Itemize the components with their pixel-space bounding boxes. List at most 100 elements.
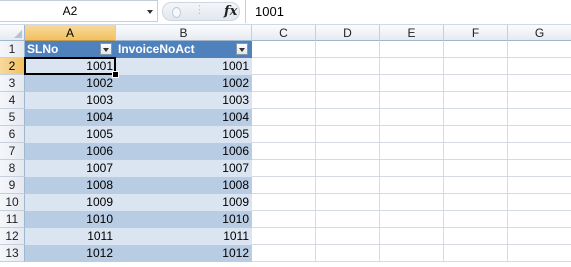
cell-f3[interactable] [444, 75, 508, 92]
table-header-slno[interactable]: SLNo [25, 41, 116, 58]
row-header-6[interactable]: 6 [0, 126, 25, 143]
cell-f5[interactable] [444, 109, 508, 126]
cell-c2[interactable] [252, 58, 316, 75]
cell-g7[interactable] [508, 143, 571, 160]
cell-f2[interactable] [444, 58, 508, 75]
cell-d9[interactable] [316, 177, 380, 194]
cell-c11[interactable] [252, 211, 316, 228]
name-box[interactable]: A2 [0, 0, 158, 22]
cell-b11[interactable]: 1010 [116, 211, 252, 228]
cell-c3[interactable] [252, 75, 316, 92]
cell-a3[interactable]: 1002 [25, 75, 116, 92]
cell-c4[interactable] [252, 92, 316, 109]
cell-g5[interactable] [508, 109, 571, 126]
cell-a11[interactable]: 1010 [25, 211, 116, 228]
cell-a8[interactable]: 1007 [25, 160, 116, 177]
chevron-down-icon[interactable] [147, 10, 153, 14]
cell-a12[interactable]: 1011 [25, 228, 116, 245]
name-box-value[interactable]: A2 [0, 4, 140, 18]
cell-b6[interactable]: 1005 [116, 126, 252, 143]
cell-e6[interactable] [380, 126, 444, 143]
cell-b12[interactable]: 1011 [116, 228, 252, 245]
cell-e4[interactable] [380, 92, 444, 109]
cell-e2[interactable] [380, 58, 444, 75]
cell-d5[interactable] [316, 109, 380, 126]
filter-dropdown-icon[interactable] [100, 43, 112, 55]
cell-f6[interactable] [444, 126, 508, 143]
cell-g3[interactable] [508, 75, 571, 92]
column-header-e[interactable]: E [380, 25, 444, 41]
cell-a13[interactable]: 1012 [25, 245, 116, 262]
table-header-invoicenoact[interactable]: InvoiceNoAct [116, 41, 252, 58]
cell-c9[interactable] [252, 177, 316, 194]
cell-e3[interactable] [380, 75, 444, 92]
cell-c1[interactable] [252, 41, 316, 58]
cell-e7[interactable] [380, 143, 444, 160]
cell-g10[interactable] [508, 194, 571, 211]
cell-f4[interactable] [444, 92, 508, 109]
cell-b3[interactable]: 1002 [116, 75, 252, 92]
cell-b7[interactable]: 1006 [116, 143, 252, 160]
cell-b9[interactable]: 1008 [116, 177, 252, 194]
row-header-3[interactable]: 3 [0, 75, 25, 92]
cell-f10[interactable] [444, 194, 508, 211]
cell-f1[interactable] [444, 41, 508, 58]
select-all-button[interactable] [0, 25, 25, 41]
cell-f8[interactable] [444, 160, 508, 177]
cell-b13[interactable]: 1012 [116, 245, 252, 262]
cell-d4[interactable] [316, 92, 380, 109]
row-header-8[interactable]: 8 [0, 160, 25, 177]
cell-e10[interactable] [380, 194, 444, 211]
formula-input[interactable]: 1001 [245, 0, 571, 23]
column-header-f[interactable]: F [444, 25, 508, 41]
cell-c10[interactable] [252, 194, 316, 211]
cell-g9[interactable] [508, 177, 571, 194]
column-header-b[interactable]: B [116, 25, 252, 41]
cell-g1[interactable] [508, 41, 571, 58]
cell-c6[interactable] [252, 126, 316, 143]
formula-value[interactable]: 1001 [255, 4, 284, 19]
cell-b8[interactable]: 1007 [116, 160, 252, 177]
cell-g12[interactable] [508, 228, 571, 245]
cell-d6[interactable] [316, 126, 380, 143]
resize-grip-icon[interactable] [172, 7, 181, 18]
row-header-9[interactable]: 9 [0, 177, 25, 194]
cell-a6[interactable]: 1005 [25, 126, 116, 143]
cell-a4[interactable]: 1003 [25, 92, 116, 109]
cell-d12[interactable] [316, 228, 380, 245]
row-header-10[interactable]: 10 [0, 194, 25, 211]
row-header-1[interactable]: 1 [0, 41, 25, 58]
cell-d1[interactable] [316, 41, 380, 58]
cell-e12[interactable] [380, 228, 444, 245]
cell-g4[interactable] [508, 92, 571, 109]
cell-f13[interactable] [444, 245, 508, 262]
filter-dropdown-icon[interactable] [236, 43, 248, 55]
cell-g6[interactable] [508, 126, 571, 143]
row-header-7[interactable]: 7 [0, 143, 25, 160]
cell-d2[interactable] [316, 58, 380, 75]
cell-b5[interactable]: 1004 [116, 109, 252, 126]
cell-f7[interactable] [444, 143, 508, 160]
row-header-4[interactable]: 4 [0, 92, 25, 109]
cell-g11[interactable] [508, 211, 571, 228]
cell-e5[interactable] [380, 109, 444, 126]
cell-e8[interactable] [380, 160, 444, 177]
cell-d10[interactable] [316, 194, 380, 211]
fill-handle[interactable] [112, 71, 119, 78]
cell-a5[interactable]: 1004 [25, 109, 116, 126]
function-icon[interactable]: fx [224, 4, 237, 19]
cell-g8[interactable] [508, 160, 571, 177]
cell-c7[interactable] [252, 143, 316, 160]
column-header-c[interactable]: C [252, 25, 316, 41]
cell-a9[interactable]: 1008 [25, 177, 116, 194]
cell-f12[interactable] [444, 228, 508, 245]
column-header-g[interactable]: G [508, 25, 571, 41]
cell-g2[interactable] [508, 58, 571, 75]
row-header-5[interactable]: 5 [0, 109, 25, 126]
cell-c12[interactable] [252, 228, 316, 245]
cell-c13[interactable] [252, 245, 316, 262]
row-header-11[interactable]: 11 [0, 211, 25, 228]
cell-d8[interactable] [316, 160, 380, 177]
cell-g13[interactable] [508, 245, 571, 262]
cell-b4[interactable]: 1003 [116, 92, 252, 109]
